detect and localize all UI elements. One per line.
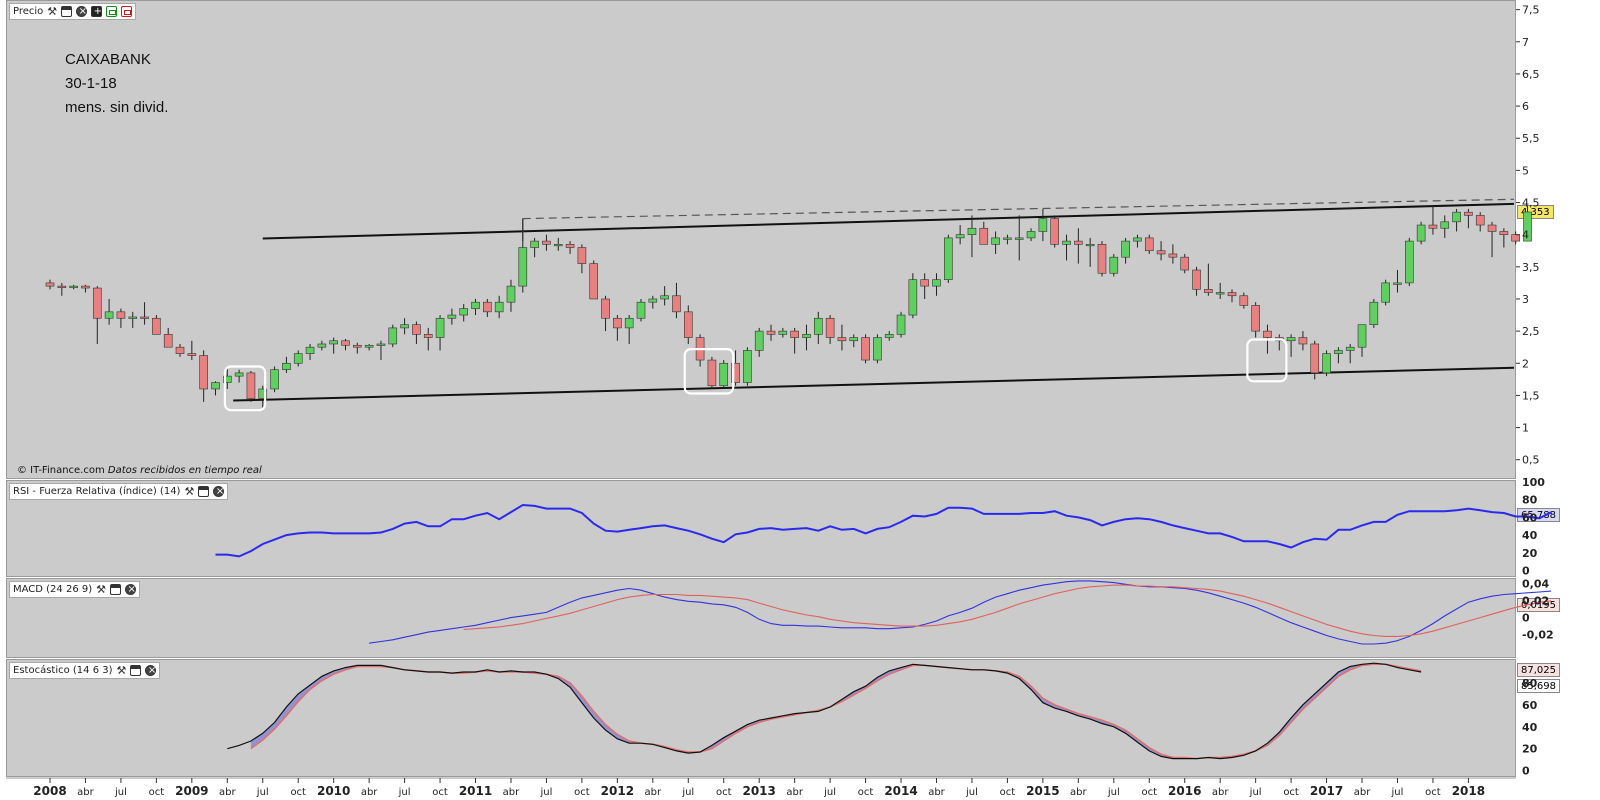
close-icon[interactable] bbox=[213, 486, 225, 497]
x-tick-label: oct bbox=[149, 787, 165, 798]
x-tick-label: 2018 bbox=[1452, 784, 1485, 798]
rsi-last-value-tag: 65,788 bbox=[1517, 508, 1560, 522]
x-tick-label: 2012 bbox=[601, 784, 634, 798]
copyright: © IT-Finance.com Datos recibidos en tiem… bbox=[17, 465, 262, 476]
price-axis bbox=[1516, 0, 1600, 479]
x-tick-label: oct bbox=[1000, 787, 1016, 798]
x-tick-label: abr bbox=[503, 787, 520, 798]
x-tick-label: abr bbox=[928, 787, 945, 798]
x-tick-label: 2015 bbox=[1026, 784, 1059, 798]
x-tick-label: oct bbox=[858, 787, 874, 798]
wrench-icon[interactable]: ⚒ bbox=[96, 584, 106, 595]
x-tick-label: jul bbox=[823, 787, 836, 798]
macd-pane[interactable]: MACD (24 26 9) ⚒ bbox=[6, 578, 1516, 658]
price-pane-title: Precio ⚒ bbox=[9, 3, 137, 20]
stoch-pane[interactable]: Estocástico (14 6 3) ⚒ bbox=[6, 659, 1516, 777]
x-tick-label: jul bbox=[681, 787, 694, 798]
x-tick-label: abr bbox=[645, 787, 662, 798]
x-tick-label: oct bbox=[716, 787, 732, 798]
x-tick-label: oct bbox=[1141, 787, 1157, 798]
macd-title: MACD (24 26 9) bbox=[13, 584, 93, 595]
price-title: Precio bbox=[13, 6, 44, 17]
macd-axis bbox=[1516, 578, 1600, 658]
x-tick-label: jul bbox=[1107, 787, 1120, 798]
x-tick-label: abr bbox=[1354, 787, 1371, 798]
x-tick-label: 2009 bbox=[175, 784, 208, 798]
annotation-ticker: CAIXABANK bbox=[65, 51, 151, 68]
add-icon[interactable] bbox=[91, 6, 103, 17]
x-tick-label: 2010 bbox=[317, 784, 350, 798]
wrench-icon[interactable]: ⚒ bbox=[117, 665, 127, 676]
window-icon[interactable] bbox=[61, 6, 73, 17]
x-tick-label: abr bbox=[219, 787, 236, 798]
x-tick-label: 2008 bbox=[33, 784, 66, 798]
window-icon[interactable] bbox=[198, 486, 210, 497]
close-icon[interactable] bbox=[145, 665, 157, 676]
annotation-note: mens. sin divid. bbox=[65, 99, 169, 116]
rsi-pane-title: RSI - Fuerza Relativa (índice) (14) ⚒ bbox=[9, 483, 229, 500]
import-icon[interactable] bbox=[121, 6, 133, 17]
rsi-title: RSI - Fuerza Relativa (índice) (14) bbox=[13, 486, 181, 497]
x-tick-label: abr bbox=[361, 787, 378, 798]
price-pane[interactable]: Precio ⚒ CAIXABANK 30-1-18 mens. sin div… bbox=[6, 0, 1516, 479]
x-tick-label: abr bbox=[1070, 787, 1087, 798]
x-tick-label: jul bbox=[1391, 787, 1404, 798]
x-tick-label: jul bbox=[539, 787, 552, 798]
x-tick-label: oct bbox=[290, 787, 306, 798]
macd-pane-title: MACD (24 26 9) ⚒ bbox=[9, 581, 141, 598]
annotation-date: 30-1-18 bbox=[65, 75, 117, 92]
close-icon[interactable] bbox=[125, 584, 137, 595]
x-tick-label: 2016 bbox=[1168, 784, 1201, 798]
x-tick-label: jul bbox=[256, 787, 269, 798]
wrench-icon[interactable]: ⚒ bbox=[47, 6, 57, 17]
copyright-source: © IT-Finance.com bbox=[17, 465, 105, 476]
macd-last-value-tag: 0,0195 bbox=[1517, 598, 1560, 612]
x-tick-label: abr bbox=[786, 787, 803, 798]
price-last-value-tag: 4,353 bbox=[1517, 205, 1554, 219]
x-tick-label: oct bbox=[432, 787, 448, 798]
x-tick-label: jul bbox=[398, 787, 411, 798]
x-tick-label: abr bbox=[1212, 787, 1229, 798]
x-tick-label: 2017 bbox=[1310, 784, 1343, 798]
x-tick-label: 2013 bbox=[742, 784, 775, 798]
stoch-title: Estocástico (14 6 3) bbox=[13, 665, 113, 676]
copyright-status: Datos recibidos en tiempo real bbox=[107, 465, 262, 476]
rsi-pane[interactable]: RSI - Fuerza Relativa (índice) (14) ⚒ bbox=[6, 480, 1516, 577]
x-tick-label: 2014 bbox=[884, 784, 917, 798]
window-icon[interactable] bbox=[130, 665, 142, 676]
x-tick-label: 2011 bbox=[459, 784, 492, 798]
close-icon[interactable] bbox=[76, 6, 88, 17]
x-tick-label: oct bbox=[1425, 787, 1441, 798]
x-tick-label: jul bbox=[1249, 787, 1262, 798]
x-tick-label: oct bbox=[574, 787, 590, 798]
wrench-icon[interactable]: ⚒ bbox=[184, 486, 194, 497]
stoch-k-last-value-tag: 87,025 bbox=[1517, 663, 1560, 677]
x-tick-label: jul bbox=[965, 787, 978, 798]
x-tick-label: abr bbox=[77, 787, 94, 798]
rsi-axis bbox=[1516, 480, 1600, 577]
export-icon[interactable] bbox=[106, 6, 118, 17]
window-icon[interactable] bbox=[110, 584, 122, 595]
stoch-d-last-value-tag: 85,698 bbox=[1517, 679, 1560, 693]
x-tick-label: oct bbox=[1283, 787, 1299, 798]
x-axis: 2008 abr jul oct 2009 abr jul oct 2010 abr jul oct 2… bbox=[6, 777, 1516, 798]
stoch-pane-title: Estocástico (14 6 3) ⚒ bbox=[9, 662, 161, 679]
x-tick-label: jul bbox=[114, 787, 127, 798]
